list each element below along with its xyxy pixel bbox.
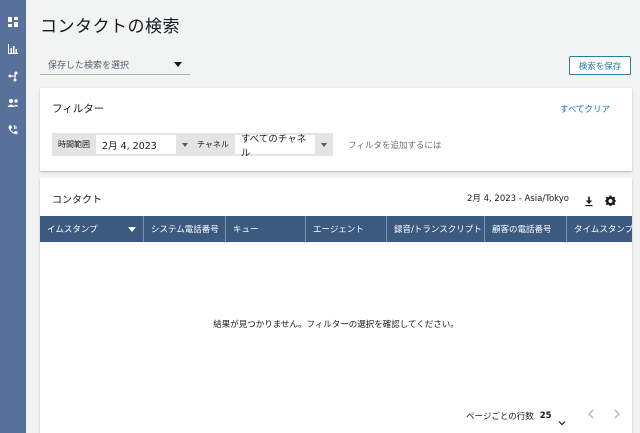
contacts-title: コンタクト: [52, 195, 102, 206]
column-header-customer-phone[interactable]: 顧客の電話番号: [485, 216, 567, 242]
column-header-recording-transcript[interactable]: 録音/トランスクリプト: [387, 216, 485, 242]
chevron-down-icon[interactable]: [558, 412, 566, 426]
column-header-timestamp[interactable]: イムスタンプ: [40, 216, 144, 242]
filter-title: フィルター: [52, 103, 105, 115]
chevron-down-icon: [182, 142, 188, 147]
saved-search-placeholder: 保存した検索を選択: [48, 61, 130, 71]
chevron-down-icon: [320, 142, 327, 147]
channel-value[interactable]: すべてのチャネル: [234, 134, 315, 159]
users-icon[interactable]: [7, 97, 19, 109]
next-page-icon[interactable]: [612, 409, 622, 419]
table-header: イムスタンプ システム電話番号 キュー エージェント 録音/トランスクリプト 顧…: [40, 216, 632, 242]
main-content: コンタクトの検索 保存した検索を選択 検索を保存 フィルター すべてクリア 時間…: [26, 0, 640, 433]
phone-icon[interactable]: [7, 124, 19, 136]
column-header-agent[interactable]: エージェント: [306, 216, 387, 242]
rows-per-page-value[interactable]: 25: [540, 411, 552, 421]
time-range-value[interactable]: 2月 4, 2023: [96, 135, 176, 154]
rows-per-page-label: ページごとの行数: [466, 412, 534, 422]
column-label: 録音/トランスクリプト: [394, 225, 482, 235]
dashboard-icon[interactable]: [7, 16, 19, 28]
contacts-panel: コンタクト 2月 4, 2023 - Asia/Tokyo イムスタンプ システ…: [40, 178, 632, 433]
column-header-system-phone[interactable]: システム電話番号: [144, 216, 226, 242]
page-title: コンタクトの検索: [40, 17, 180, 37]
column-label: イムスタンプ: [47, 225, 98, 235]
column-header-timestamp-2[interactable]: タイムスタンプ: [567, 216, 632, 242]
column-label: 顧客の電話番号: [492, 225, 552, 235]
column-header-queue[interactable]: キュー: [226, 216, 306, 242]
chevron-down-icon: [174, 62, 182, 67]
save-search-button[interactable]: 検索を保存: [569, 56, 631, 75]
filter-panel: フィルター すべてクリア 時間範囲 2月 4, 2023 チャネル すべてのチャ…: [40, 88, 632, 171]
sort-descending-icon: [128, 226, 136, 232]
column-label: キュー: [233, 225, 259, 235]
add-filter-input[interactable]: フィルタを追加するには: [348, 139, 441, 151]
empty-results-message: 結果が見つかりません。フィルターの選択を確認してください。: [213, 320, 459, 330]
channel-dropdown[interactable]: [315, 133, 333, 156]
download-icon[interactable]: [584, 192, 594, 207]
saved-search-select[interactable]: 保存した検索を選択: [40, 55, 190, 75]
channel-filter: チャネル すべてのチャネル: [191, 133, 333, 159]
column-label: システム電話番号: [151, 225, 219, 235]
gear-icon[interactable]: [605, 191, 616, 206]
column-label: エージェント: [313, 225, 364, 235]
pagination: ページごとの行数 25: [466, 410, 566, 426]
previous-page-icon[interactable]: [586, 409, 596, 419]
channel-label: チャネル: [197, 140, 229, 149]
routing-icon[interactable]: [7, 70, 19, 82]
date-timezone: 2月 4, 2023 - Asia/Tokyo: [467, 194, 570, 204]
column-label: タイムスタンプ: [574, 225, 632, 235]
bar-chart-icon[interactable]: [7, 43, 19, 55]
sidebar: [0, 0, 26, 433]
time-range-label: 時間範囲: [58, 140, 90, 149]
clear-all-link[interactable]: すべてクリア: [560, 103, 610, 115]
time-range-filter: 時間範囲 2月 4, 2023: [52, 133, 194, 156]
